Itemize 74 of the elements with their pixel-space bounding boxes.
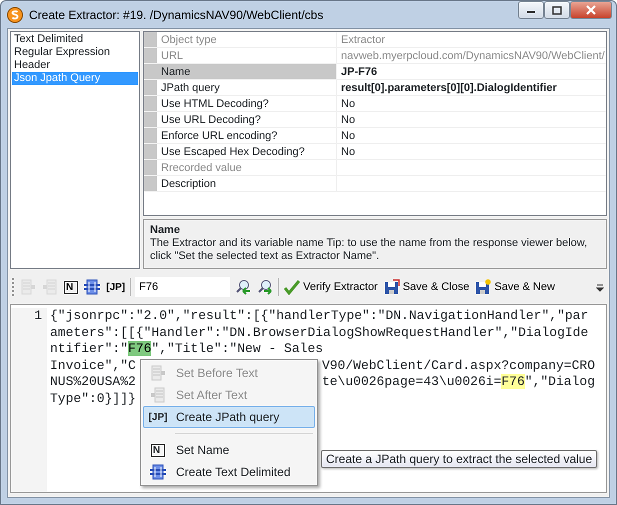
columns-icon (84, 279, 100, 295)
maximize-button[interactable] (544, 1, 570, 19)
property-value[interactable]: No (337, 96, 606, 111)
columns-icon (150, 464, 166, 480)
property-label[interactable]: JPath query (157, 80, 337, 95)
tooltip: Create a JPath query to extract the selected value (321, 450, 598, 468)
property-label[interactable]: Enforce URL encoding? (157, 128, 337, 143)
toolbar-button[interactable]: [JP] (105, 280, 126, 294)
property-value[interactable]: No (337, 128, 606, 143)
toolbar-button[interactable]: N (63, 280, 80, 294)
toolbar-button[interactable]: Save & New (474, 278, 556, 296)
extractor-type-item[interactable]: Header (12, 59, 138, 72)
code-text: te\u0026page=43\u0026i= (322, 374, 502, 389)
row-header (144, 32, 157, 47)
help-text: The Extractor and its variable name Tip: to use the name from the response viewer below, click "Set the selected text as Extractor Name". (150, 237, 588, 263)
property-value[interactable]: JP-F76 (337, 64, 606, 79)
property-label[interactable]: Use Escaped Hex Decoding? (157, 144, 337, 159)
row-header (144, 176, 157, 191)
line-number: 1 (11, 308, 47, 492)
checkmark-icon (284, 279, 300, 295)
menu-item[interactable]: Create Text Delimited (143, 461, 315, 483)
close-button[interactable] (570, 1, 612, 19)
code-text: ntifier":" (50, 341, 128, 356)
search-field[interactable]: F76 (135, 277, 230, 297)
property-value[interactable]: result[0].parameters[0][0].DialogIdentifier (337, 80, 606, 95)
code-text: V90/WebClient/Card.aspx?company=CRO (322, 358, 595, 372)
property-value[interactable]: No (337, 144, 606, 159)
code-text: ","Title":"New - Sales (151, 341, 324, 356)
caret-icon (596, 282, 604, 292)
maximize-icon (552, 6, 562, 14)
row-header (144, 112, 157, 127)
extractor-type-item[interactable]: Regular Expression (12, 46, 138, 59)
highlighted-text: F76 (501, 374, 525, 389)
code-text: ","Dialog (524, 374, 595, 389)
extractor-type-item[interactable]: Text Delimited (12, 33, 138, 46)
code-text: Invoice","C (50, 358, 136, 372)
menu-item[interactable]: N Set Name (143, 439, 315, 461)
code-text: NUS%20USA%2 (50, 374, 136, 389)
app-logo-icon (7, 6, 23, 22)
window-title: Create Extractor: #19. /DynamicsNAV90/WebClient/cbs (29, 6, 324, 24)
property-label[interactable]: Use HTML Decoding? (157, 96, 337, 111)
close-icon (585, 5, 597, 15)
document-icon (150, 387, 166, 403)
toolbar-button[interactable]: Verify Extractor (283, 278, 379, 296)
row-header (144, 160, 157, 175)
overflow-button[interactable] (595, 282, 605, 292)
row-header (144, 96, 157, 111)
property-label[interactable]: Description (157, 176, 337, 191)
highlighted-text: F76 (128, 341, 152, 356)
row-header (144, 48, 157, 63)
code-text: {"jsonrpc":"2.0","result":[{"handlerType":"DN.NavigationHandler","par (50, 308, 588, 323)
document-icon (150, 365, 166, 381)
toolbar-button[interactable]: Save & Close (382, 278, 470, 296)
code-text: ameters":[[{"Handler":"DN.BrowserDialogShowRequestHandler","DialogIde (50, 324, 588, 340)
find-button[interactable] (256, 279, 274, 295)
find-button[interactable] (234, 279, 252, 295)
document-icon (42, 279, 58, 295)
row-header (144, 80, 157, 95)
row-header (144, 144, 157, 159)
jpath-icon: [JP] (148, 410, 168, 424)
toolbar-button[interactable] (83, 279, 102, 295)
property-label[interactable]: Name (157, 64, 337, 79)
name-icon: N (150, 444, 166, 456)
row-header (144, 128, 157, 143)
help-title: Name (150, 224, 181, 237)
search-icon (235, 279, 252, 295)
row-header (144, 64, 157, 79)
search-icon (257, 279, 274, 295)
code-text: Type":0}]]} (50, 390, 136, 406)
property-value[interactable]: No (337, 112, 606, 127)
menu-item[interactable]: [JP] Create JPath query (143, 406, 315, 428)
document-icon (20, 279, 36, 295)
property-label[interactable]: Use URL Decoding? (157, 112, 337, 127)
minimize-button[interactable] (518, 1, 544, 19)
